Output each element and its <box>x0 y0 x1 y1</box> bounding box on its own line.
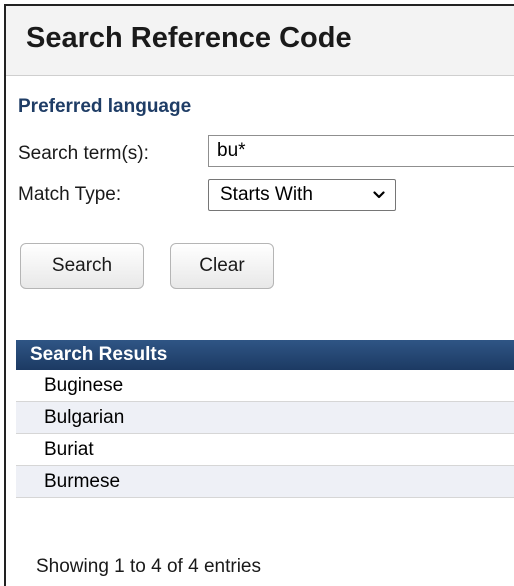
match-type-label: Match Type: <box>18 184 122 205</box>
title-bar: Search Reference Code <box>6 6 514 76</box>
match-type-value: Starts With <box>220 184 313 205</box>
search-reference-panel: Search Reference Code Preferred language… <box>4 4 514 586</box>
result-item[interactable]: Buriat <box>16 434 514 466</box>
match-type-select[interactable]: Starts With <box>208 179 396 211</box>
result-item[interactable]: Buginese <box>16 370 514 402</box>
search-term-label: Search term(s): <box>18 143 149 164</box>
result-item[interactable]: Burmese <box>16 466 514 498</box>
search-term-input[interactable] <box>208 135 514 167</box>
clear-button[interactable]: Clear <box>170 243 274 289</box>
result-item[interactable]: Bulgarian <box>16 402 514 434</box>
results-summary: Showing 1 to 4 of 4 entries <box>36 556 261 577</box>
search-results-header: Search Results <box>16 340 514 370</box>
page-title: Search Reference Code <box>26 22 352 54</box>
search-results-list: Buginese Bulgarian Buriat Burmese <box>16 370 514 498</box>
search-button[interactable]: Search <box>20 243 144 289</box>
chevron-down-icon <box>373 191 385 199</box>
section-label: Preferred language <box>18 96 192 117</box>
